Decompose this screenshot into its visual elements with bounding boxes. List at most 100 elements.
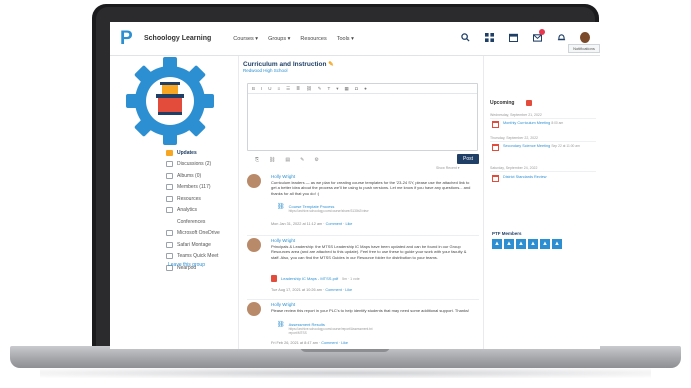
feed-post: Holly Wright Principals & Leadership: th… (247, 238, 479, 298)
search-icon[interactable] (460, 33, 470, 43)
attach-link-icon[interactable]: ⛓ (269, 157, 275, 163)
attach-file-icon[interactable]: ⎘ (255, 157, 259, 163)
feed-post: Holly Wright Curriculum leaders — as we … (247, 174, 479, 234)
schoology-logo-icon[interactable]: P (120, 28, 134, 49)
main-nav: Courses ▾ Groups ▾ Resources Tools ▾ (233, 36, 354, 42)
attach-pin-icon[interactable]: ✎ (300, 157, 304, 163)
nav-resources[interactable]: Resources (300, 36, 326, 42)
comment-link[interactable]: Comment (325, 288, 341, 292)
notifications-button[interactable]: Notifications (568, 44, 600, 53)
event-calendar-icon (492, 175, 499, 182)
italic-icon[interactable]: I (261, 86, 262, 91)
align-icon[interactable]: ≣ (296, 86, 300, 92)
edit-icon[interactable]: ✎ (328, 61, 333, 68)
list-icon[interactable]: ≡ (278, 86, 281, 91)
member-avatar[interactable]: ▲ (528, 239, 538, 249)
post-meta: Fri Feb 26, 2021 at 8:47 am · Comment · … (271, 341, 349, 345)
sidebar-item-safari-montage[interactable]: Safari Montage (110, 239, 232, 251)
author-avatar[interactable] (247, 302, 261, 316)
comment-link[interactable]: Comment (321, 341, 337, 345)
post-meta: Mon Jan 31, 2022 at 11:12 am · Comment ·… (271, 222, 353, 226)
post-link[interactable]: ⛓ Assessment Results https://archive.scho… (277, 322, 373, 335)
author-avatar[interactable] (247, 174, 261, 188)
group-title: Curriculum and Instruction ✎ (243, 61, 334, 68)
messages-icon[interactable] (532, 28, 545, 43)
nav-groups[interactable]: Groups ▾ (268, 36, 290, 42)
analytics-icon (166, 207, 173, 214)
bell-icon[interactable] (556, 33, 566, 43)
sidebar-item-onedrive[interactable]: Microsoft OneDrive (110, 228, 232, 240)
post-editor[interactable]: B I U ≡ ☰ ≣ ⛓ ✎ T ▾ ▦ Ω ● (247, 83, 478, 151)
post-attachment[interactable]: Leadership IC Maps - MTSS.pdf 5m · 1 vot… (271, 275, 360, 282)
upcoming-event[interactable]: Monthly Curriculum Meeting 8:00 am (492, 121, 595, 128)
like-link[interactable]: Like (345, 288, 352, 292)
sidebar-item-discussions[interactable]: Discussions (2) (110, 159, 232, 171)
group-feed: Curriculum and Instruction ✎ Redwood Hig… (238, 56, 484, 349)
calendar-icon[interactable] (508, 33, 518, 43)
teams-icon (166, 253, 173, 260)
table-icon[interactable]: ▦ (345, 86, 349, 92)
like-link[interactable]: Like (341, 341, 348, 345)
symbol-icon[interactable]: Ω (355, 86, 358, 91)
sidebar-item-members[interactable]: Members (117) (110, 182, 232, 194)
post-link[interactable]: ⛓ Course Template Process https://archive… (277, 204, 368, 213)
member-avatar[interactable]: ▲ (516, 239, 526, 249)
member-avatar[interactable]: ▲ (540, 239, 550, 249)
nav-tools[interactable]: Tools ▾ (337, 36, 354, 42)
emoji-icon[interactable]: ● (364, 86, 367, 91)
size-icon[interactable]: ▾ (336, 86, 338, 92)
attach-resource-icon[interactable]: ▤ (285, 157, 290, 163)
sidebar-item-updates[interactable]: Updates (110, 147, 232, 159)
show-recent-dropdown[interactable]: Show Recent ▾ (436, 166, 460, 170)
sidebar-item-albums[interactable]: Albums (0) (110, 170, 232, 182)
group-subtitle[interactable]: Redwood High School (243, 68, 288, 73)
post-button[interactable]: Post (457, 154, 479, 164)
calendar-icon[interactable] (526, 100, 532, 106)
resources-icon (166, 195, 173, 202)
font-icon[interactable]: T (328, 86, 331, 91)
comment-link[interactable]: Comment (326, 222, 342, 226)
leave-group-link[interactable]: Leave this group (168, 262, 205, 268)
brand-name[interactable]: Schoology Learning (144, 35, 211, 42)
sidebar-item-conferences[interactable]: Conferences (110, 216, 232, 228)
grid-icon[interactable] (484, 33, 494, 43)
notification-badge (539, 28, 545, 35)
upcoming-panel: Notifications Upcoming Wednesday, Septem… (484, 44, 600, 349)
member-avatar[interactable]: ▲ (504, 239, 514, 249)
header-icons (460, 28, 590, 43)
laptop-shadow (40, 368, 651, 378)
ptf-members-title: PTF Members (492, 231, 522, 236)
like-link[interactable]: Like (345, 222, 352, 226)
upcoming-event[interactable]: District Standards Review (492, 175, 595, 182)
upcoming-day: Wednesday, September 21, 2022 (490, 113, 596, 119)
group-sidebar: Updates Discussions (2) Albums (0) Membe… (110, 147, 232, 274)
post-author[interactable]: Holly Wright (271, 174, 295, 179)
user-avatar[interactable] (580, 32, 590, 43)
author-avatar[interactable] (247, 238, 261, 252)
post-author[interactable]: Holly Wright (271, 238, 295, 243)
safari-montage-icon (166, 241, 173, 248)
upcoming-event[interactable]: Secondary Science Meeting Sep 22 at 11:0… (492, 144, 595, 151)
nav-courses[interactable]: Courses ▾ (233, 36, 258, 42)
post-meta: Tue Aug 17, 2021 at 10:26 am · Comment ·… (271, 288, 353, 292)
editor-toolbar: B I U ≡ ☰ ≣ ⛓ ✎ T ▾ ▦ Ω ● (248, 84, 477, 94)
sidebar-item-resources[interactable]: Resources (110, 193, 232, 205)
member-avatar[interactable]: ▲ (552, 239, 562, 249)
top-navigation-bar: P Schoology Learning Courses ▾ Groups ▾ … (110, 22, 600, 56)
pen-icon[interactable]: ✎ (318, 86, 322, 92)
link-icon[interactable]: ⛓ (306, 86, 312, 92)
attach-settings-icon[interactable]: ⚙ (314, 157, 318, 163)
post-body: Principals & Leadership: the MTSS Leader… (271, 244, 467, 260)
member-avatar[interactable]: ▲ (492, 239, 502, 249)
event-calendar-icon (492, 121, 499, 128)
post-author[interactable]: Holly Wright (271, 302, 295, 307)
numbered-list-icon[interactable]: ☰ (286, 86, 290, 92)
link-icon: ⛓ (277, 204, 285, 210)
sidebar-item-analytics[interactable]: Analytics (110, 205, 232, 217)
group-logo-gear-icon (120, 56, 232, 146)
feed-post: Holly Wright Please review this report i… (247, 302, 479, 349)
discussions-icon (166, 161, 173, 168)
bold-icon[interactable]: B (252, 86, 255, 91)
underline-icon[interactable]: U (268, 86, 271, 91)
sidebar-item-teams[interactable]: Teams Quick Meet (110, 251, 232, 263)
